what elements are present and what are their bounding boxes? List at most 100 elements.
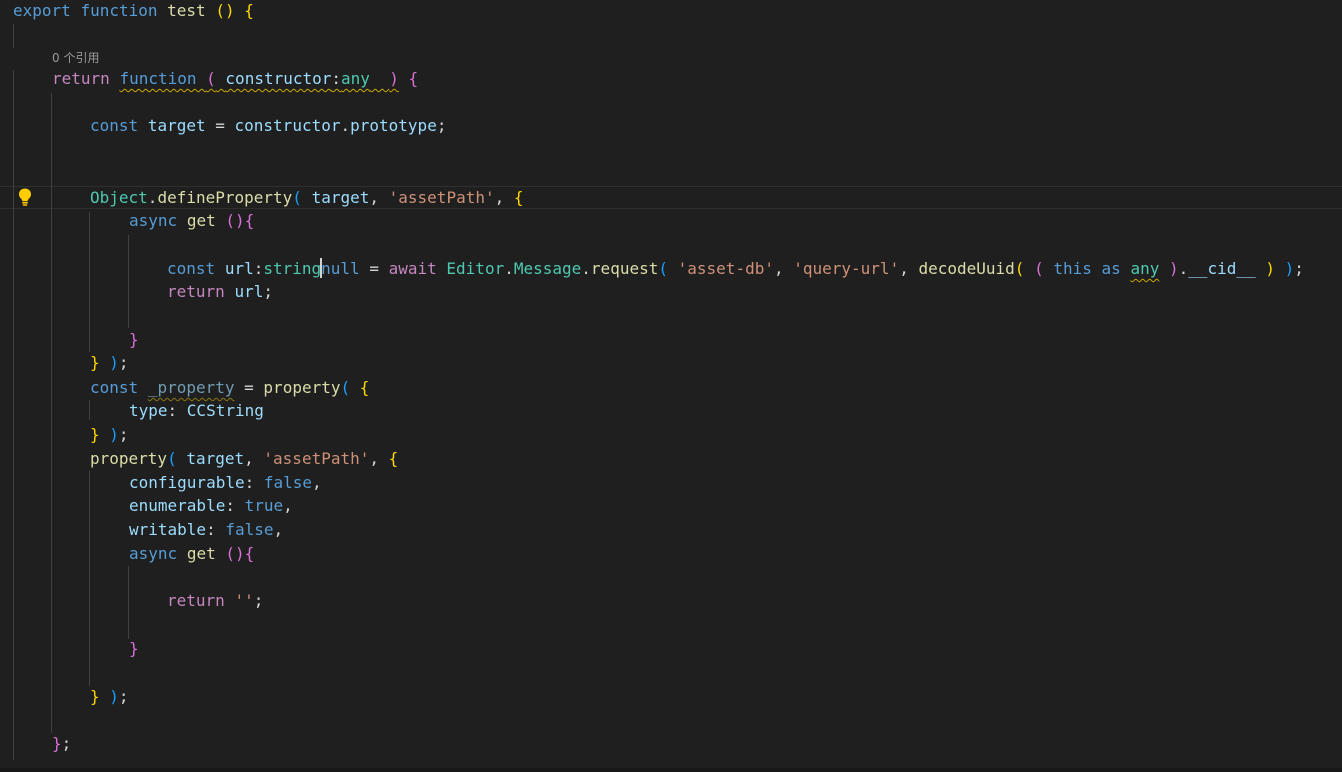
bracket-token: { bbox=[388, 449, 399, 468]
unused-variable-token[interactable]: _property bbox=[148, 378, 235, 397]
bracket-token: { bbox=[359, 378, 370, 397]
code-line-20[interactable]: } ); bbox=[90, 686, 129, 708]
warning-squiggle[interactable]: function ( constructor:any ) bbox=[119, 69, 398, 88]
bracket-token: ( bbox=[1034, 259, 1044, 278]
editor-bottom-edge bbox=[0, 768, 1342, 772]
bracket-token: } bbox=[90, 425, 100, 444]
variable-token: url bbox=[234, 282, 264, 301]
bracket-token: } bbox=[90, 353, 100, 372]
bracket-token: ) bbox=[1168, 259, 1179, 278]
code-line-4[interactable]: Object.defineProperty( target, 'assetPat… bbox=[90, 187, 524, 209]
type-token: Object bbox=[90, 188, 148, 207]
code-line-10[interactable]: const _property = property( { bbox=[90, 377, 369, 399]
bracket-token: ( bbox=[1014, 259, 1025, 278]
string-token: 'assetPath' bbox=[263, 449, 370, 468]
bracket-token: ( bbox=[292, 188, 302, 207]
indent-guide bbox=[51, 93, 52, 733]
code-line-21[interactable]: }; bbox=[52, 733, 71, 755]
bracket-token: ) bbox=[109, 353, 119, 372]
keyword-token: async bbox=[129, 211, 178, 230]
indent-guide bbox=[89, 212, 90, 352]
bracket-token: } bbox=[129, 330, 139, 349]
code-line-15[interactable]: enumerable: true, bbox=[129, 495, 293, 517]
function-name-token: property bbox=[263, 378, 341, 397]
keyword-token: null bbox=[321, 259, 360, 278]
function-name-token: property bbox=[90, 449, 168, 468]
string-token: 'query-url' bbox=[793, 259, 900, 278]
code-line-5[interactable]: async get (){ bbox=[129, 210, 254, 232]
function-name-token: get bbox=[186, 211, 216, 230]
indent-guide bbox=[13, 70, 14, 760]
type-token: Message bbox=[513, 259, 582, 278]
code-line-6[interactable]: const url:stringnull = await Editor.Mess… bbox=[167, 258, 1304, 280]
keyword-token: as bbox=[1101, 259, 1121, 278]
bracket-token: { bbox=[244, 544, 255, 563]
keyword-token: async bbox=[129, 544, 178, 563]
function-name-token: get bbox=[186, 544, 216, 563]
function-name-token: test bbox=[167, 1, 206, 20]
string-token: '' bbox=[234, 591, 254, 610]
bracket-token: ) bbox=[109, 687, 119, 706]
keyword-token: return bbox=[167, 591, 225, 610]
function-name-token: defineProperty bbox=[157, 188, 293, 207]
type-token: string bbox=[263, 259, 322, 278]
code-line-16[interactable]: writable: false, bbox=[129, 519, 283, 541]
property-token: __cid__ bbox=[1188, 259, 1256, 278]
bracket-token: () bbox=[225, 544, 245, 563]
indent-guide bbox=[128, 235, 129, 328]
bracket-token: ) bbox=[389, 69, 399, 88]
indent-guide bbox=[13, 24, 14, 48]
keyword-token: const bbox=[90, 116, 139, 135]
lightbulb-icon[interactable] bbox=[17, 187, 33, 207]
property-token: configurable bbox=[129, 473, 245, 492]
code-line-12[interactable]: } ); bbox=[90, 424, 129, 446]
code-line-7[interactable]: return url; bbox=[167, 281, 273, 303]
parameter-token: constructor bbox=[225, 69, 332, 88]
string-token: 'assetPath' bbox=[388, 188, 495, 207]
variable-token: CCString bbox=[186, 401, 264, 420]
keyword-token: function bbox=[119, 69, 197, 88]
code-line-18[interactable]: return ''; bbox=[167, 590, 263, 612]
variable-token: target bbox=[186, 449, 245, 468]
code-line-3[interactable]: const target = constructor.prototype; bbox=[90, 115, 446, 137]
keyword-token: export bbox=[13, 1, 71, 20]
property-token: enumerable bbox=[129, 496, 226, 515]
bracket-token: ) bbox=[1265, 259, 1275, 278]
indent-guide bbox=[89, 471, 90, 686]
keyword-token: false bbox=[263, 473, 313, 492]
code-line-17[interactable]: async get (){ bbox=[129, 543, 254, 565]
code-line-8[interactable]: } bbox=[129, 329, 139, 351]
bracket-token: () bbox=[215, 1, 235, 20]
property-token: prototype bbox=[350, 116, 437, 135]
code-line-19[interactable]: } bbox=[129, 638, 139, 660]
code-line-9[interactable]: } ); bbox=[90, 352, 129, 374]
type-token[interactable]: any bbox=[1130, 259, 1159, 278]
function-name-token: decodeUuid bbox=[918, 259, 1015, 278]
property-token: type bbox=[129, 401, 168, 420]
code-line-2[interactable]: return function ( constructor:any ) { bbox=[52, 68, 418, 90]
keyword-token: const bbox=[167, 259, 216, 278]
variable-token: constructor bbox=[234, 116, 341, 135]
code-line-11[interactable]: type: CCString bbox=[129, 400, 264, 422]
bracket-token: { bbox=[513, 188, 524, 207]
code-editor[interactable]: export function test () { 0 个引用 return f… bbox=[0, 0, 1342, 772]
code-line-13[interactable]: property( target, 'assetPath', { bbox=[90, 448, 398, 470]
bracket-token: ( bbox=[167, 449, 177, 468]
keyword-token: true bbox=[244, 496, 284, 515]
bracket-token: ) bbox=[109, 425, 119, 444]
code-line-14[interactable]: configurable: false, bbox=[129, 472, 322, 494]
keyword-token: this bbox=[1053, 259, 1092, 278]
type-token: any bbox=[341, 69, 370, 88]
bracket-token: } bbox=[52, 734, 62, 753]
bracket-token: { bbox=[244, 211, 255, 230]
codelens-references[interactable]: 0 个引用 bbox=[52, 49, 99, 67]
type-token: Editor bbox=[446, 259, 505, 278]
string-token: 'asset-db' bbox=[677, 259, 774, 278]
property-token: writable bbox=[129, 520, 207, 539]
indent-guide bbox=[89, 400, 90, 420]
code-line-1[interactable]: export function test () { bbox=[13, 0, 254, 22]
keyword-token: return bbox=[167, 282, 225, 301]
variable-token: url bbox=[224, 259, 254, 278]
keyword-token: function bbox=[80, 1, 158, 20]
bracket-token: () bbox=[225, 211, 245, 230]
